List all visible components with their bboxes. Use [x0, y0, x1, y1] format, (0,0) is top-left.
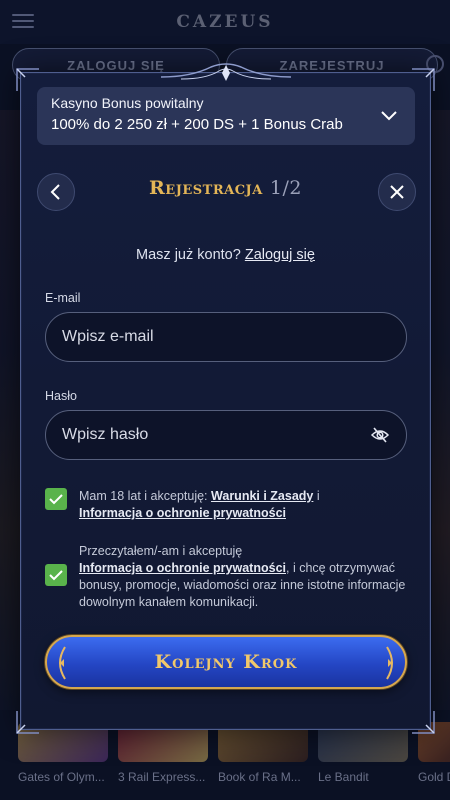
- close-icon: [390, 185, 404, 199]
- chevron-down-icon[interactable]: [381, 109, 397, 121]
- corner-ornament-icon: [16, 68, 39, 91]
- marketing-prefix: Przeczytałem/-am i akceptuję: [79, 544, 243, 558]
- email-label: E-mail: [45, 291, 81, 305]
- game-title[interactable]: Gates of Olym...: [18, 770, 105, 784]
- terms-link[interactable]: Warunki i Zasady: [211, 489, 313, 503]
- top-ornament-icon: [161, 63, 291, 81]
- welcome-bonus-selector[interactable]: Kasyno Bonus powitalny 100% do 2 250 zł …: [37, 87, 415, 145]
- next-step-label: Kolejny Krok: [154, 651, 298, 673]
- corner-ornament-icon: [412, 68, 435, 91]
- close-button[interactable]: [378, 173, 416, 211]
- left-ornament-icon: [59, 646, 66, 680]
- right-ornament-icon: [386, 646, 393, 680]
- bonus-value: 100% do 2 250 zł + 200 DS + 1 Bonus Crab: [51, 116, 343, 133]
- login-link[interactable]: Zaloguj się: [245, 247, 315, 263]
- terms-consent-text: Mam 18 lat i akceptuję: Warunki i Zasady…: [79, 488, 320, 522]
- site-header: CAZEUS: [0, 0, 450, 44]
- corner-ornament-icon: [412, 711, 435, 734]
- game-title[interactable]: Book of Ra M...: [218, 770, 301, 784]
- modal-title-text: Rejestracja: [149, 177, 263, 199]
- game-title[interactable]: Le Bandit: [318, 770, 369, 784]
- step-indicator: 1/2: [269, 177, 302, 199]
- terms-prefix: Mam 18 lat i akceptuję:: [79, 489, 208, 503]
- email-input[interactable]: [62, 328, 390, 346]
- marketing-consent-text: Przeczytałem/-am i akceptuję Informacja …: [79, 543, 407, 611]
- privacy-link[interactable]: Informacja o ochronie prywatności: [79, 506, 286, 520]
- game-labels: Gates of Olym... 3 Rail Express... Book …: [0, 770, 450, 790]
- password-input[interactable]: [62, 426, 370, 444]
- terms-checkbox[interactable]: [45, 488, 67, 510]
- registration-modal: Kasyno Bonus powitalny 100% do 2 250 zł …: [16, 63, 435, 734]
- eye-slash-icon[interactable]: [370, 425, 390, 445]
- have-account-line: Masz już konto? Zaloguj się: [21, 247, 430, 263]
- terms-and: i: [316, 489, 320, 503]
- marketing-consent-row: Przeczytałem/-am i akceptuję Informacja …: [45, 543, 407, 611]
- password-label: Hasło: [45, 389, 77, 403]
- back-button[interactable]: [37, 173, 75, 211]
- terms-consent-row: Mam 18 lat i akceptuję: Warunki i Zasady…: [45, 488, 407, 522]
- chevron-left-icon: [50, 184, 60, 200]
- email-field[interactable]: [45, 312, 407, 362]
- marketing-checkbox[interactable]: [45, 564, 67, 586]
- have-account-text: Masz już konto?: [136, 247, 241, 263]
- checkmark-icon: [49, 569, 63, 580]
- marketing-privacy-link[interactable]: Informacja o ochronie prywatności: [79, 561, 286, 575]
- game-title[interactable]: 3 Rail Express...: [118, 770, 205, 784]
- bonus-title: Kasyno Bonus powitalny: [51, 95, 204, 111]
- modal-title: Rejestracja 1/2: [81, 177, 370, 199]
- site-logo: CAZEUS: [176, 12, 274, 32]
- password-field[interactable]: [45, 410, 407, 460]
- game-title[interactable]: Gold D: [418, 770, 450, 784]
- next-step-button[interactable]: Kolejny Krok: [45, 635, 407, 689]
- corner-ornament-icon: [16, 711, 39, 734]
- background-right-banner: [432, 110, 450, 710]
- checkmark-icon: [49, 493, 63, 504]
